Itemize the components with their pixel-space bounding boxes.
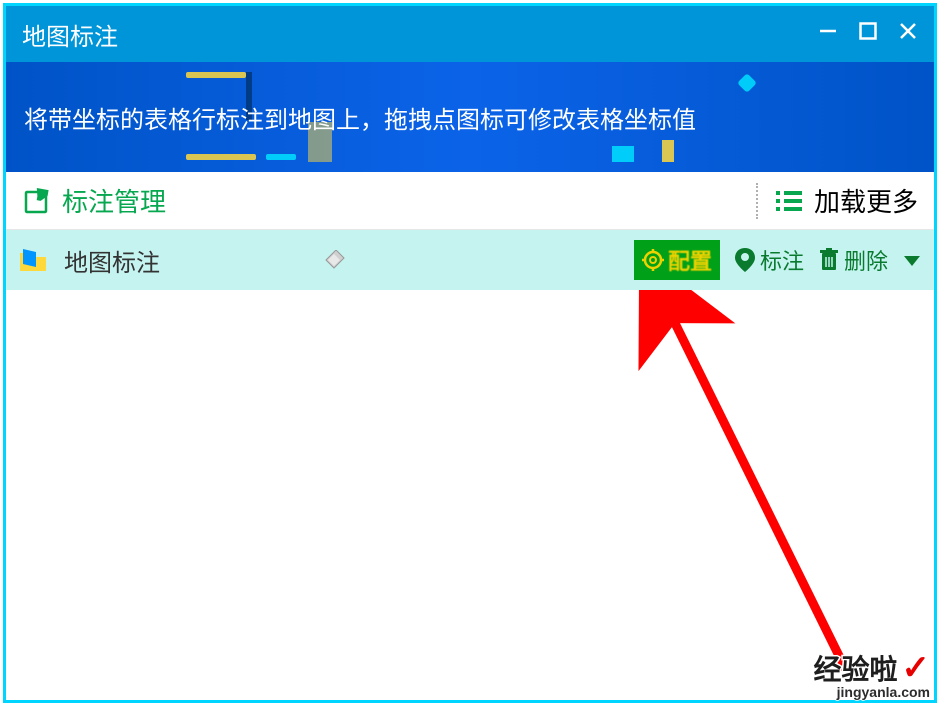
item-name: 地图标注 [64,243,160,278]
dropdown-toggle[interactable] [902,252,922,268]
list-item[interactable]: 地图标注 [6,230,934,290]
item-actions: 配置 标注 删除 [634,240,922,280]
map-folder-icon [18,247,48,273]
window-title: 地图标注 [22,17,818,52]
close-button[interactable] [898,21,918,47]
content-area [6,290,934,700]
window-controls [818,21,918,47]
load-more-label: 加载更多 [814,182,918,219]
delete-button[interactable]: 删除 [818,244,888,276]
section-title: 标注管理 [62,182,166,219]
banner: 将带坐标的表格行标注到地图上，拖拽点图标可修改表格坐标值 [6,62,934,172]
chevron-down-icon [902,252,922,268]
title-bar: 地图标注 [6,6,934,62]
eraser-icon [322,250,348,270]
config-label: 配置 [668,244,712,276]
maximize-button[interactable] [858,21,878,47]
divider [756,183,758,219]
trash-icon [818,248,840,272]
delete-label: 删除 [844,244,888,276]
edit-note-icon [22,186,52,216]
list-icon [774,187,804,215]
mark-button[interactable]: 标注 [734,244,804,276]
annotation-arrow [6,290,936,710]
mark-label: 标注 [760,244,804,276]
gear-icon [642,249,664,271]
config-button[interactable]: 配置 [634,240,720,280]
watermark: 经验啦 ✓ jingyanla.com [813,648,930,700]
load-more-button[interactable]: 加载更多 [774,182,918,219]
edit-name-button[interactable] [322,250,348,270]
pin-icon [734,247,756,273]
section-bar: 标注管理 加载更多 [6,172,934,230]
minimize-button[interactable] [818,21,838,47]
section-left: 标注管理 [22,182,740,219]
banner-text: 将带坐标的表格行标注到地图上，拖拽点图标可修改表格坐标值 [24,100,696,135]
check-icon: ✓ [902,648,931,688]
watermark-brand: 经验啦 [813,648,897,688]
